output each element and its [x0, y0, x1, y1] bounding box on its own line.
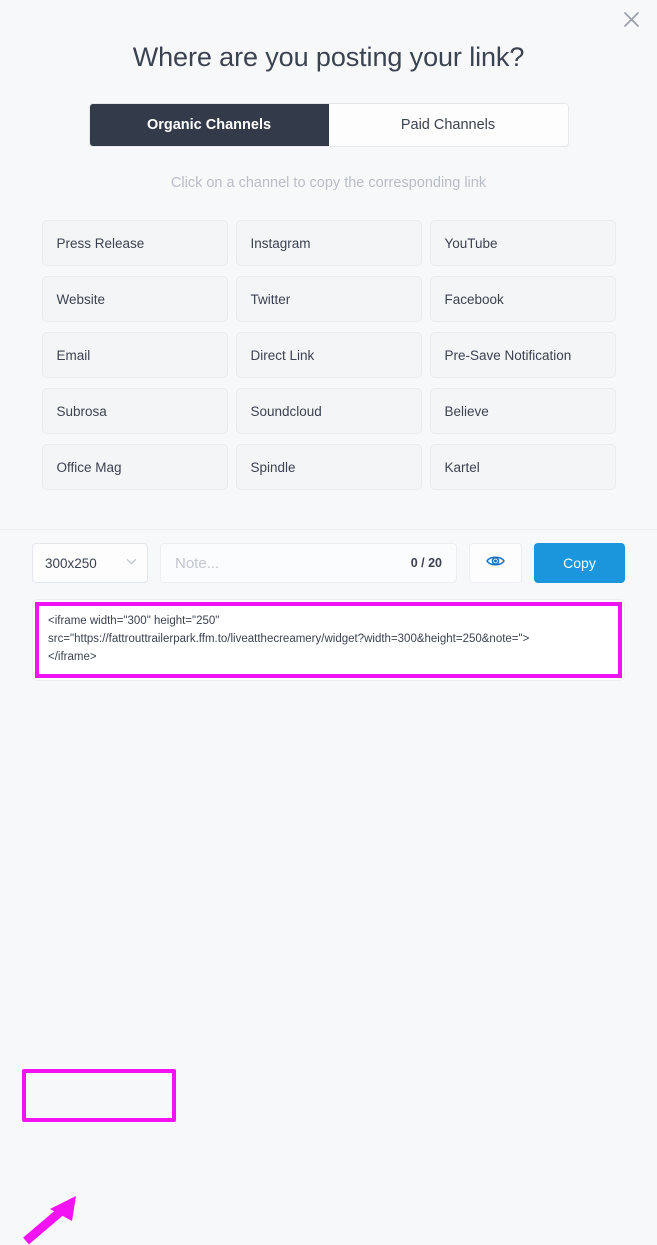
channel-tile[interactable]: Direct Link — [235, 332, 422, 378]
channel-tile[interactable]: Email — [41, 332, 228, 378]
channel-tile[interactable]: Soundcloud — [235, 388, 422, 434]
channel-tile[interactable]: Twitter — [235, 276, 422, 322]
channel-tile[interactable]: Press Release — [41, 220, 228, 266]
channel-tile[interactable]: Pre-Save Notification — [429, 332, 616, 378]
embed-code-line-2: src="https://fattrouttrailerpark.ffm.to/… — [48, 632, 530, 645]
embed-code-line-3: </iframe> — [48, 650, 97, 663]
embed-code-line-1: <iframe width="300" height="250" — [48, 615, 220, 627]
tab-organic-channels[interactable]: Organic Channels — [89, 104, 329, 146]
eye-icon — [486, 554, 505, 573]
size-select[interactable]: 300x250 — [32, 543, 148, 583]
channel-type-tabs: Organic Channels Paid Channels — [88, 103, 569, 147]
channel-tile[interactable]: Kartel — [429, 444, 616, 490]
page-title: Where are you posting your link? — [132, 42, 525, 72]
preview-button[interactable] — [469, 543, 522, 583]
instruction-text: Click on a channel to copy the correspon… — [170, 175, 487, 191]
arrow-annotation-icon — [23, 1196, 76, 1245]
note-input[interactable]: Note... 0 / 20 — [160, 543, 457, 583]
scroll-fade-overlay — [0, 493, 657, 523]
chevron-down-icon — [125, 555, 138, 571]
channel-tile[interactable]: Facebook — [429, 276, 616, 322]
embed-controls-row: 300x250 Note... 0 / 20 Copy — [0, 530, 657, 583]
note-placeholder: Note... — [175, 554, 220, 572]
channel-tile[interactable]: Website — [41, 276, 228, 322]
channel-tile[interactable]: Office Mag — [41, 444, 228, 490]
channel-tile[interactable]: Believe — [429, 388, 616, 434]
embed-code-text[interactable]: <iframe width="300" height="250" src="ht… — [35, 602, 622, 679]
channel-tile[interactable]: Subrosa — [41, 388, 228, 434]
channel-grid: Press Release Instagram YouTube Website … — [0, 211, 657, 490]
embed-code-container: <iframe width="300" height="250" src="ht… — [32, 599, 625, 682]
channel-grid-scroll-area[interactable]: Press Release Instagram YouTube Website … — [0, 211, 657, 523]
footer-toolbar: 300x250 Note... 0 / 20 Copy <iframe widt… — [0, 529, 657, 1245]
channel-tile[interactable]: Spindle — [235, 444, 422, 490]
close-button[interactable] — [617, 5, 645, 33]
note-character-counter: 0 / 20 — [410, 556, 442, 570]
channel-tile[interactable]: YouTube — [429, 220, 616, 266]
close-icon — [623, 11, 639, 27]
copy-button[interactable]: Copy — [534, 543, 625, 583]
size-select-value: 300x250 — [45, 555, 97, 571]
channel-tile[interactable]: Instagram — [235, 220, 422, 266]
highlight-box-size-select — [22, 1069, 176, 1122]
tab-paid-channels[interactable]: Paid Channels — [328, 104, 568, 146]
